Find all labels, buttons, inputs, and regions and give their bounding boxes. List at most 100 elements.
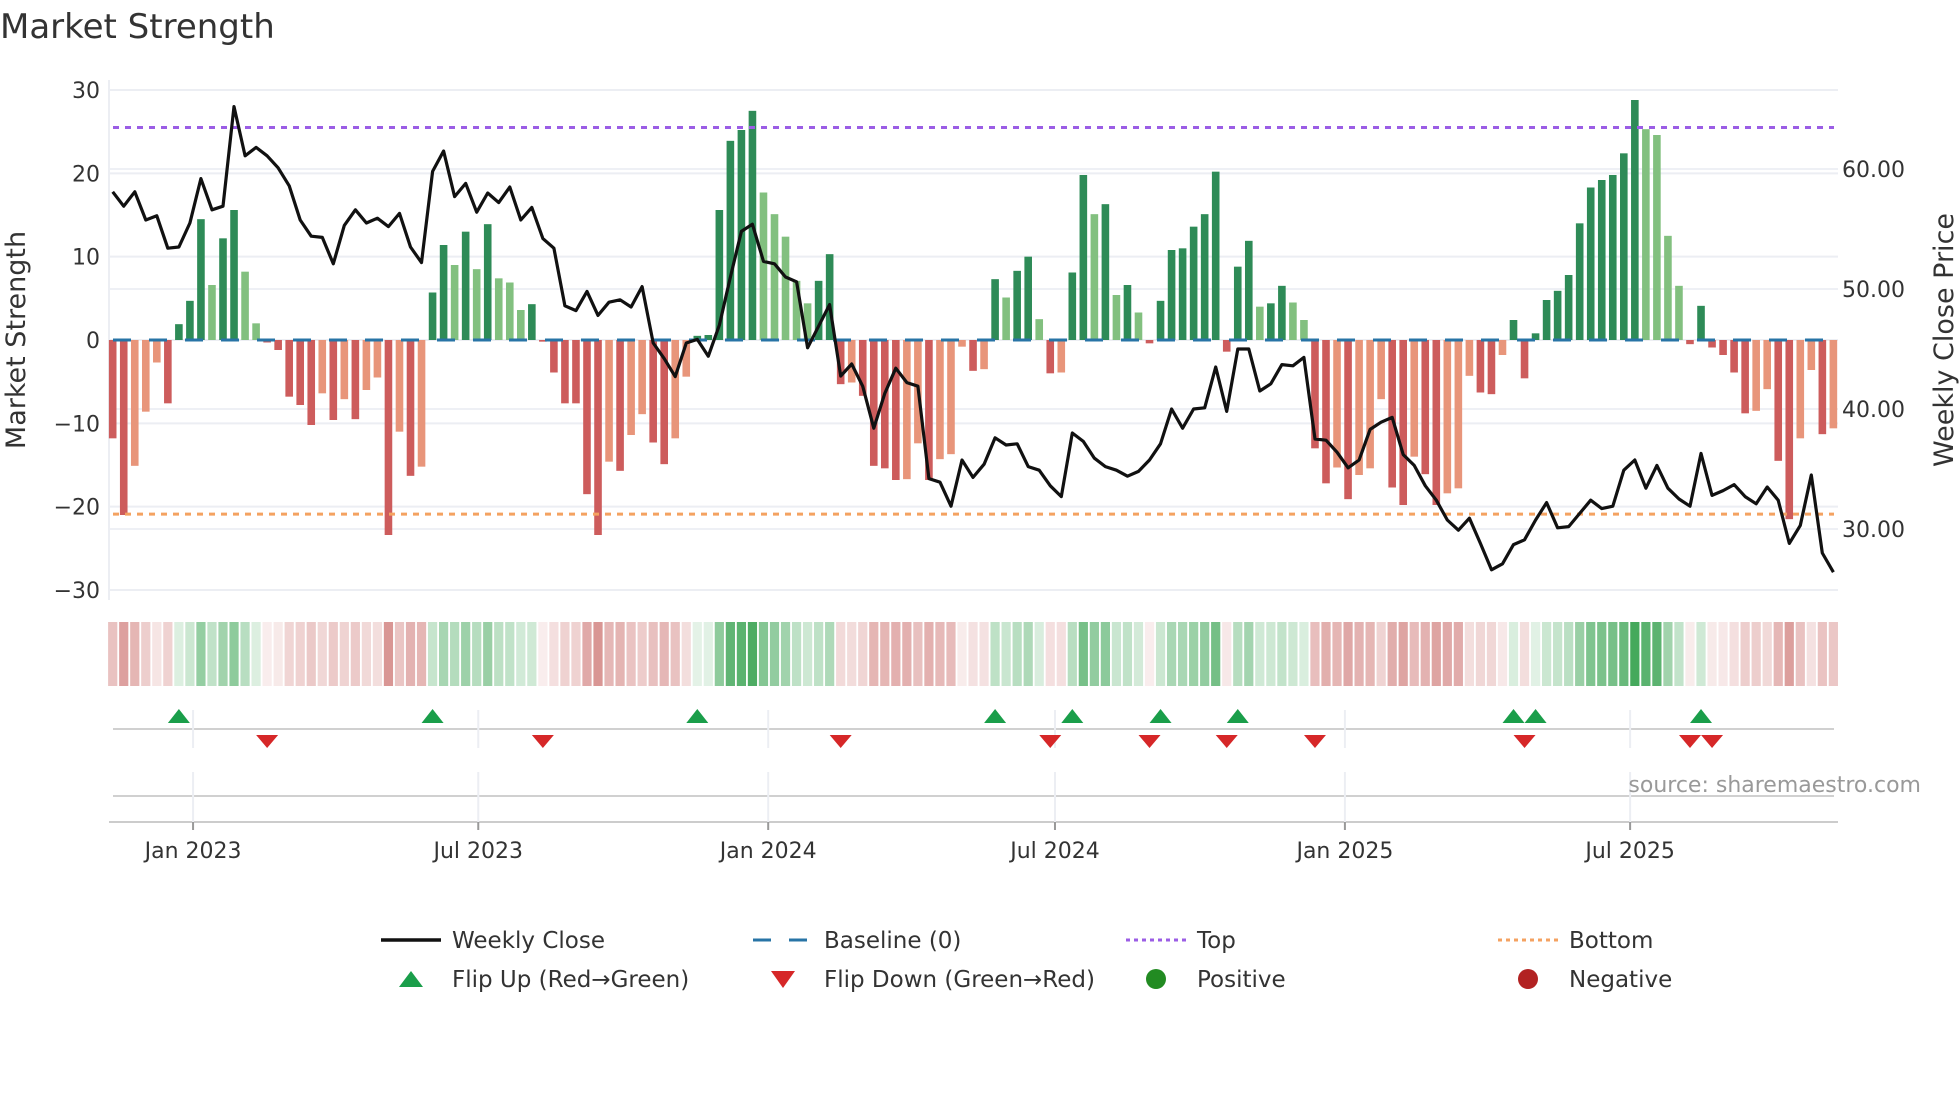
heat-cell [196,622,206,686]
flip-down-marker [1138,735,1161,748]
strength-bar [1741,340,1749,414]
triangle-up-icon [399,971,423,987]
heat-cell [637,622,647,686]
heat-cell [174,622,184,686]
strength-bar [285,340,293,397]
heat-cell [295,622,305,686]
circle-icon [1518,969,1538,989]
heat-cell [229,622,239,686]
heat-cell [703,622,713,686]
heat-cell [185,622,195,686]
heat-cell [1586,622,1596,686]
heat-cell [1056,622,1066,686]
legend-label: Baseline (0) [824,928,961,954]
heat-cell [1288,622,1298,686]
heat-cell [1663,622,1673,686]
strength-bar [627,340,635,435]
strength-bar [472,269,481,340]
strength-bar [1586,187,1595,340]
heat-cell [1806,622,1816,686]
strength-bar [439,245,448,340]
heat-cell [891,622,901,686]
flip-up-marker [1690,709,1713,723]
heat-cell [472,622,482,686]
strength-bar [219,238,227,340]
y-tick-label: −30 [54,579,100,604]
heat-cell [1244,622,1254,686]
heat-cell [1089,622,1099,686]
strength-bar [241,271,249,340]
y-tick-label: −10 [54,412,100,437]
heat-cell [780,622,791,686]
strength-bar [594,340,602,535]
strength-bar [892,340,900,480]
strength-bar [1189,226,1198,340]
heat-cell [957,622,967,686]
heat-cell [1332,622,1342,686]
heat-cell [946,622,956,686]
heat-cell [1365,622,1375,686]
x-tick-label: Jan 2025 [1294,839,1393,864]
strength-bar [1256,306,1264,340]
heat-cell [1817,622,1827,686]
axes: 30 20 10 0 −10 −20 −30 60.00 50.00 40.00 30.00 Mark… [1,79,1960,864]
heat-cell [1111,622,1122,686]
heat-cell [1166,622,1177,686]
strength-bar [1421,340,1430,475]
y-tick-label: 10 [72,246,100,271]
heat-cell [1233,622,1243,686]
heat-cell [1023,622,1033,686]
heat-cell [1398,622,1408,686]
heat-cell [1696,622,1706,686]
heat-cell [1718,622,1728,686]
flip-down-marker [256,735,279,748]
strength-bar [230,210,238,340]
strength-bar [1752,340,1760,411]
heat-cell [240,622,250,686]
heat-cell [483,622,493,686]
strength-bar [1807,340,1816,370]
heat-cell [836,622,846,686]
heat-cell [924,622,934,686]
legend-item-positive: Positive [1146,967,1286,993]
strength-bar [494,278,503,340]
strength-bar [274,340,282,350]
flip-down-marker [829,735,852,748]
strength-bar [1244,240,1253,340]
heat-cell [1762,622,1772,686]
strength-bar [1597,180,1606,340]
heat-cell [339,622,349,686]
strength-bar [1267,303,1275,340]
heat-cell [1266,622,1276,686]
strength-bar [428,292,437,340]
strength-bar [351,340,360,420]
heat-cell [626,622,636,686]
heat-cell [1608,622,1618,686]
flip-up-marker [1502,709,1525,723]
heat-cell [1078,622,1088,686]
heat-cell [1641,622,1651,686]
strength-bar [572,340,580,404]
heat-cell [1034,622,1044,686]
heat-cell [681,622,691,686]
strength-bar [1211,171,1220,340]
heat-cell [394,622,405,686]
strength-bar [1178,248,1187,340]
strength-heat-band [108,622,1838,686]
heat-cell [416,622,427,686]
strength-bar [1167,250,1176,340]
heat-cell [814,622,824,686]
heat-cell [1685,622,1695,686]
heat-cell [560,622,570,686]
heat-cell [1321,622,1331,686]
strength-bar [1233,266,1242,340]
strength-bar [1112,295,1121,340]
heat-cell [1211,622,1221,686]
strength-bar [958,340,966,347]
strength-bar [296,340,305,405]
heat-cell [747,622,758,686]
strength-bar [649,340,657,443]
strength-bar [1620,153,1628,340]
flip-down-marker [1678,735,1701,748]
strength-bar [638,340,646,415]
